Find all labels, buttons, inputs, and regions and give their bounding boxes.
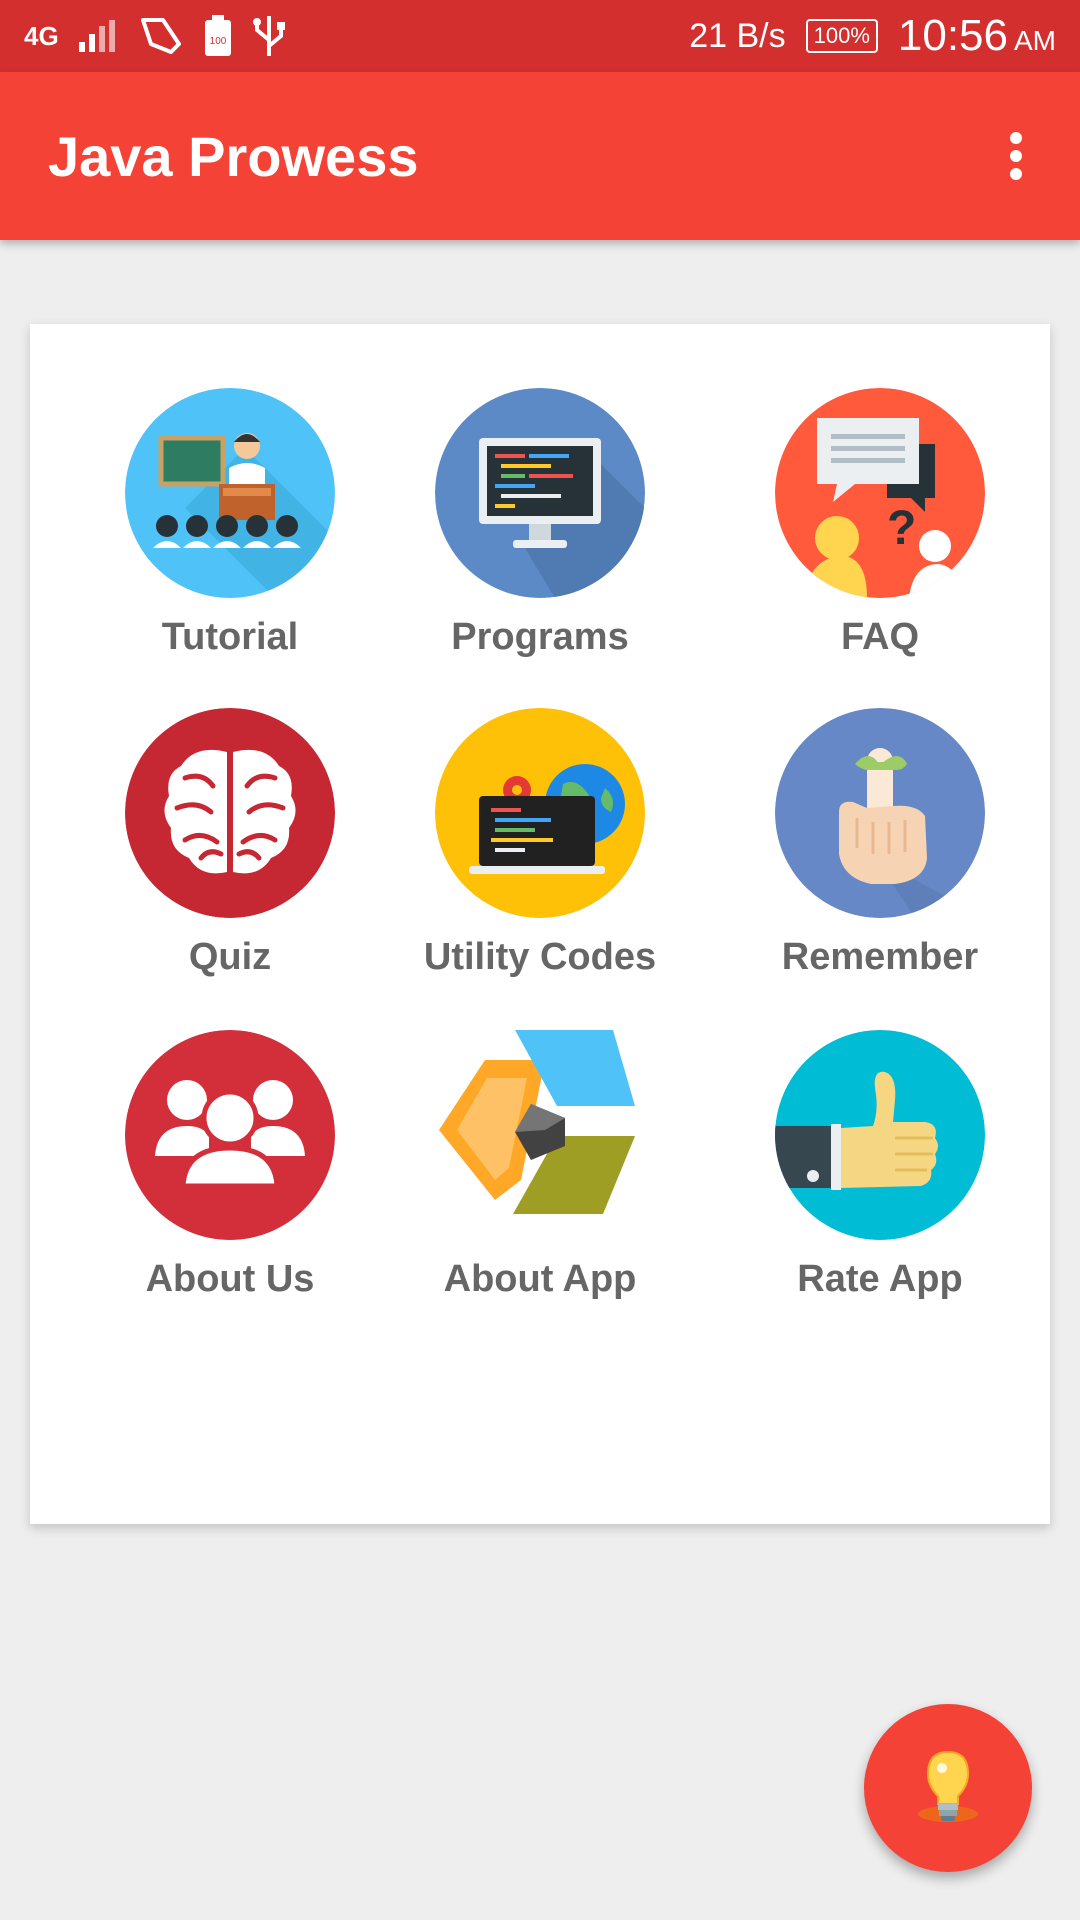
brain-icon <box>125 708 335 918</box>
menu-item-about-us[interactable]: About Us <box>60 1030 400 1330</box>
app-logo-icon <box>435 1030 645 1240</box>
app-bar: Java Prowess <box>0 72 1080 240</box>
clock-time: 10:56 <box>897 11 1008 60</box>
menu-item-label: Tutorial <box>161 616 299 658</box>
menu-card: Tutorial Programs ? FAQ Quiz Utility Cod… <box>30 324 1050 1524</box>
battery-indicator: 100% <box>805 19 878 53</box>
more-options-button[interactable] <box>992 124 1040 188</box>
menu-item-utility-codes[interactable]: Utility Codes <box>370 708 710 1008</box>
laptop-globe-icon <box>435 708 645 918</box>
menu-item-label: Remember <box>781 936 979 978</box>
monitor-code-icon <box>435 388 645 598</box>
menu-item-rate-app[interactable]: Rate App <box>710 1030 1050 1330</box>
clock-ampm: AM <box>1014 25 1056 56</box>
tip-fab-button[interactable] <box>864 1704 1032 1872</box>
faq-chat-icon: ? <box>775 388 985 598</box>
menu-item-remember[interactable]: Remember <box>710 708 1050 1008</box>
battery-small-icon: 100 <box>204 15 231 56</box>
menu-item-label: FAQ <box>840 616 920 658</box>
network-speed: 21 B/s <box>689 16 786 55</box>
app-title: Java Prowess <box>48 125 419 188</box>
notification-icon <box>140 18 181 54</box>
menu-item-tutorial[interactable]: Tutorial <box>60 388 400 688</box>
clock: 10:56 AM <box>898 11 1056 61</box>
menu-item-faq[interactable]: ? FAQ <box>710 388 1050 688</box>
classroom-icon <box>125 388 335 598</box>
lightbulb-icon <box>918 1750 978 1822</box>
menu-item-label: Utility Codes <box>423 936 657 978</box>
usb-icon <box>252 16 285 56</box>
menu-item-label: Rate App <box>797 1258 963 1300</box>
svg-text:?: ? <box>887 502 916 555</box>
menu-item-label: About App <box>443 1258 637 1300</box>
signal-icon <box>78 20 115 52</box>
menu-item-label: Quiz <box>188 936 272 978</box>
more-vertical-icon <box>1010 132 1022 144</box>
menu-item-programs[interactable]: Programs <box>370 388 710 688</box>
finger-ribbon-icon <box>775 708 985 918</box>
menu-item-about-app[interactable]: About App <box>370 1030 710 1330</box>
svg-text:100: 100 <box>209 36 226 47</box>
status-bar: 4G 100 21 B/s 100% 10:56 AM <box>0 0 1080 72</box>
menu-item-quiz[interactable]: Quiz <box>60 708 400 1008</box>
people-group-icon <box>125 1030 335 1240</box>
menu-item-label: Programs <box>451 616 629 658</box>
thumbs-up-icon <box>775 1030 985 1240</box>
network-type: 4G <box>24 21 59 51</box>
menu-item-label: About Us <box>145 1258 315 1300</box>
